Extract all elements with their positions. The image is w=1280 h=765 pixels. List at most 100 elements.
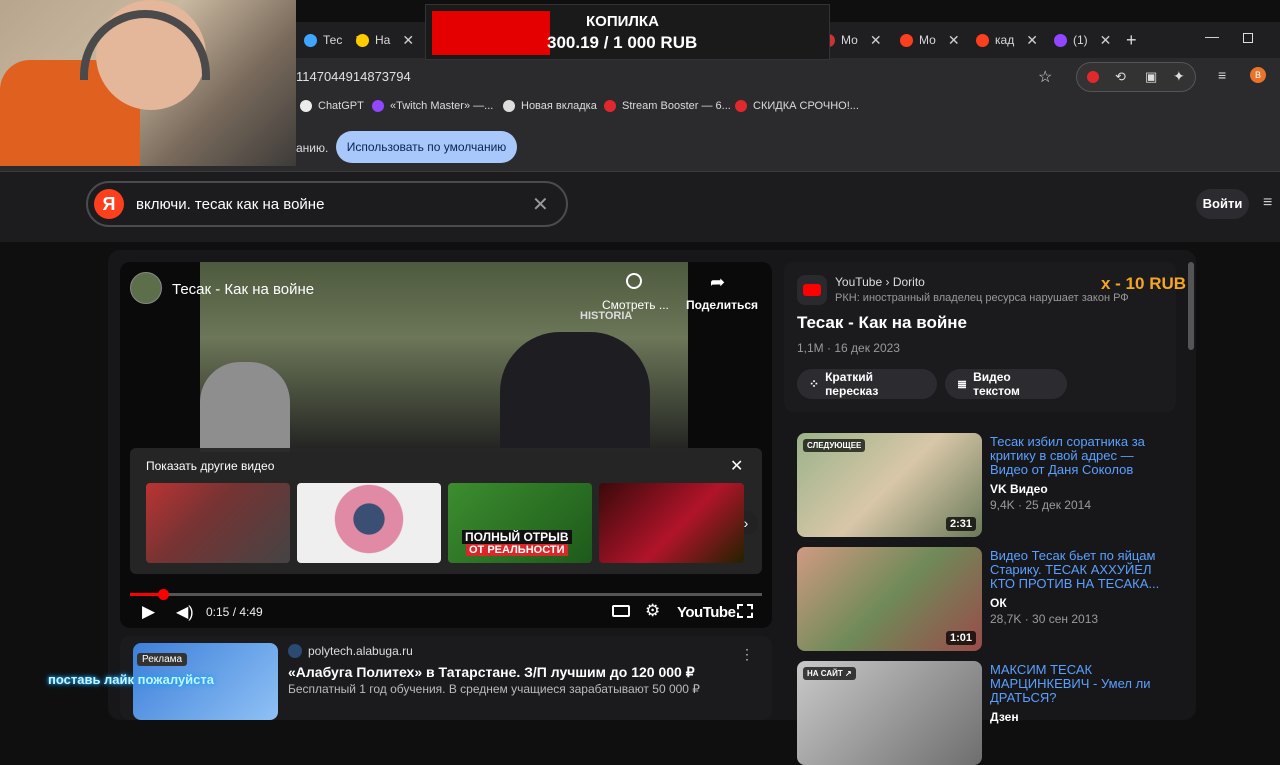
close-tab-icon[interactable]: ✕ xyxy=(1100,32,1112,49)
search-box[interactable]: Я включи. тесак как на войне ✕ xyxy=(86,181,568,227)
more-video-thumb-2[interactable] xyxy=(297,483,441,563)
puzzle-icon[interactable]: ✦ xyxy=(1173,68,1185,85)
reading-list-icon[interactable]: ≡ xyxy=(1218,67,1226,83)
minimize-button[interactable]: — xyxy=(1205,28,1219,44)
related-badge: НА САЙТ ↗ xyxy=(803,667,856,680)
bookmark-favicon xyxy=(372,100,384,112)
search-header: Я включи. тесак как на войне ✕ Войти ≡ xyxy=(0,172,1280,242)
infobar-text: анию. xyxy=(296,141,329,155)
related-title[interactable]: Тесак избил соратника за критику в свой … xyxy=(990,435,1165,477)
info-title[interactable]: Тесак - Как на войне xyxy=(797,313,967,333)
piggy-bank-overlay: КОПИЛКА 300.19 / 1 000 RUB xyxy=(425,4,830,60)
related-source: VK Видео xyxy=(990,482,1048,496)
text-video-button[interactable]: ≣ Видео текстом xyxy=(945,369,1067,399)
ad-card[interactable]: Реклама polytech.alabuga.ru «Алабуга Пол… xyxy=(120,636,772,720)
like-prompt-overlay: поставь лайк пожалуйста xyxy=(48,672,215,687)
extensions-group: ⟲ ▣ ✦ xyxy=(1076,62,1196,92)
login-button[interactable]: Войти xyxy=(1196,189,1249,219)
close-panel-icon[interactable]: ✕ xyxy=(730,456,743,476)
tab-label: (1) xyxy=(1073,33,1088,47)
results-scrollbar[interactable] xyxy=(1188,262,1194,350)
watch-later-icon[interactable] xyxy=(626,273,642,289)
profile-avatar[interactable]: B xyxy=(1250,67,1266,83)
video-player[interactable]: HISTORIA Тесак - Как на войне Смотреть .… xyxy=(120,262,772,628)
note-extension-icon[interactable]: ▣ xyxy=(1145,69,1157,85)
new-tab-button[interactable]: + xyxy=(1126,30,1137,51)
bookmark-3[interactable]: Новая вкладка xyxy=(503,100,597,112)
tab-7[interactable]: (1) ✕ xyxy=(1046,26,1119,54)
more-video-thumb-1[interactable] xyxy=(146,483,290,563)
piggy-progress-block xyxy=(432,11,550,55)
related-video-2[interactable]: 1:01 Видео Тесак бьет по яйцам Старику. Т… xyxy=(797,547,1167,651)
star-icon[interactable]: ☆ xyxy=(1038,67,1052,87)
bookmark-label: Новая вкладка xyxy=(521,100,597,112)
ad-description: Бесплатный 1 год обучения. В среднем уча… xyxy=(288,682,700,696)
bookmark-favicon xyxy=(503,100,515,112)
tab-favicon xyxy=(356,33,369,47)
bookmark-5[interactable]: СКИДКА СРОЧНО!... xyxy=(735,100,859,112)
summary-label: Краткий пересказ xyxy=(825,370,879,398)
related-duration: 2:31 xyxy=(945,517,976,531)
volume-icon[interactable]: ◀) xyxy=(176,602,194,622)
search-input[interactable]: включи. тесак как на войне xyxy=(136,196,324,213)
close-tab-icon[interactable]: ✕ xyxy=(402,32,414,49)
watch-later-label[interactable]: Смотреть ... xyxy=(602,298,669,312)
channel-avatar[interactable] xyxy=(130,272,162,304)
tab-2[interactable]: На ✕ xyxy=(348,26,422,54)
more-videos-label: Показать другие видео xyxy=(146,459,275,473)
fullscreen-icon[interactable] xyxy=(737,604,753,618)
subtitles-icon[interactable] xyxy=(612,605,630,617)
ad-favicon xyxy=(288,644,302,658)
related-title[interactable]: Видео Тесак бьет по яйцам Старику. ТЕСАК… xyxy=(990,549,1165,591)
yandex-logo-icon[interactable]: Я xyxy=(94,189,124,219)
related-video-1[interactable]: СЛЕДУЮЩЕЕ 2:31 Тесак избил соратника за кр… xyxy=(797,433,1167,537)
text-video-label: Видео текстом xyxy=(973,370,1020,398)
piggy-value: 300.19 / 1 000 RUB xyxy=(547,33,698,52)
related-meta: 28,7K · 30 сен 2013 xyxy=(990,612,1099,626)
play-icon[interactable]: ▶ xyxy=(142,602,155,622)
sync-extension-icon[interactable]: ⟲ xyxy=(1115,69,1126,85)
settings-icon[interactable]: ⚙ xyxy=(645,601,660,621)
close-tab-icon[interactable]: ✕ xyxy=(870,32,882,49)
set-default-button[interactable]: Использовать по умолчанию xyxy=(336,131,517,163)
bookmark-4[interactable]: Stream Booster — 6... xyxy=(604,100,731,112)
related-source: ОК xyxy=(990,596,1007,610)
clear-search-icon[interactable]: ✕ xyxy=(532,192,549,217)
related-badge: СЛЕДУЮЩЕЕ xyxy=(803,439,866,452)
player-title[interactable]: Тесак - Как на войне xyxy=(172,281,314,298)
ad-title[interactable]: «Алабуга Политех» в Татарстане. З/П лучш… xyxy=(288,664,695,681)
maximize-button[interactable] xyxy=(1243,33,1253,43)
bookmark-1[interactable]: ChatGPT xyxy=(300,100,364,112)
progress-knob[interactable] xyxy=(157,589,169,600)
related-thumbnail[interactable]: СЛЕДУЮЩЕЕ 2:31 xyxy=(797,433,982,537)
summary-button[interactable]: ⁘ Краткий пересказ xyxy=(797,369,937,399)
share-icon[interactable]: ➦ xyxy=(710,272,725,293)
menu-icon[interactable]: ≡ xyxy=(1263,195,1280,211)
share-label[interactable]: Поделиться xyxy=(686,298,758,312)
bookmark-2[interactable]: «Twitch Master» —... xyxy=(372,100,493,112)
more-video-thumb-4[interactable] xyxy=(599,483,744,563)
progress-track[interactable] xyxy=(130,589,762,600)
text-video-icon: ≣ xyxy=(957,377,968,391)
tab-favicon xyxy=(976,33,989,47)
ad-domain[interactable]: polytech.alabuga.ru xyxy=(308,644,413,658)
info-source[interactable]: YouTube › Dorito xyxy=(835,275,925,289)
close-tab-icon[interactable]: ✕ xyxy=(1026,32,1038,49)
youtube-logo[interactable]: YouTube xyxy=(677,604,736,621)
related-title[interactable]: МАКСИМ ТЕСАК МАРЦИНКЕВИЧ - Умел ли ДРАТЬ… xyxy=(990,663,1165,705)
related-thumbnail[interactable]: 1:01 xyxy=(797,547,982,651)
bookmark-label: Stream Booster — 6... xyxy=(622,100,731,112)
record-extension-icon[interactable] xyxy=(1087,71,1099,83)
url-text[interactable]: 1147044914873794 xyxy=(296,69,411,84)
tab-6[interactable]: кад ✕ xyxy=(968,26,1046,54)
ad-more-icon[interactable]: ⋮ xyxy=(740,646,754,663)
close-tab-icon[interactable]: ✕ xyxy=(948,32,960,49)
piggy-label: КОПИЛКА xyxy=(586,13,659,30)
more-video-thumb-3[interactable]: ПОЛНЫЙ ОТРЫВ ОТ РЕАЛЬНОСТИ xyxy=(448,483,592,563)
video-figure-left xyxy=(200,362,290,452)
bookmark-label: «Twitch Master» —... xyxy=(390,100,494,112)
related-video-3[interactable]: НА САЙТ ↗ МАКСИМ ТЕСАК МАРЦИНКЕВИЧ - Умел… xyxy=(797,661,1167,765)
related-thumbnail[interactable]: НА САЙТ ↗ xyxy=(797,661,982,765)
info-warning: РКН: иностранный владелец ресурса наруша… xyxy=(835,292,1129,304)
tab-5[interactable]: Мо ✕ xyxy=(892,26,968,54)
